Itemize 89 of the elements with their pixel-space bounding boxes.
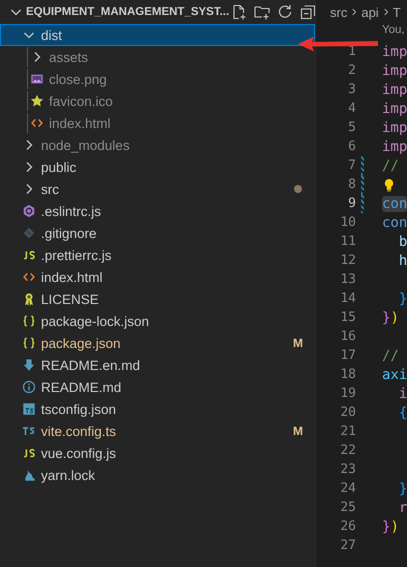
line-number: 17 [339,348,356,363]
code-line: b [398,234,407,250]
js-icon [22,446,36,460]
code-line: h [398,252,407,268]
blame-annotation[interactable]: You, [316,24,407,42]
new-folder-icon[interactable] [254,4,270,20]
code-line: } [398,480,407,496]
breadcrumb-item[interactable]: api [361,4,379,20]
refresh-icon[interactable] [277,4,294,20]
line-number: 8 [347,177,356,192]
file-item[interactable]: README.en.md [0,354,315,376]
code-line: }) [382,518,399,534]
folder-item[interactable]: public [0,156,315,178]
file-item[interactable]: vite.config.ts M [0,420,315,442]
line-number: 18 [339,367,356,382]
code-line: } [398,290,407,306]
code-line: imp [382,44,407,60]
code-line: i [398,386,407,402]
line-number: 23 [339,462,356,477]
line-number: 27 [339,538,356,553]
line-number: 12 [339,253,356,268]
line-number: 22 [339,443,356,458]
line-number: 9 [347,196,356,211]
line-number: 7 [347,158,356,173]
breadcrumb-item[interactable]: src [330,4,348,20]
code-line: r [398,500,407,516]
line-number: 10 [339,215,356,230]
hexagon-icon [22,204,36,218]
file-item[interactable]: package.json M [0,332,315,354]
folder-item[interactable]: src [0,178,315,200]
line-number: 13 [339,272,356,287]
code-line: con [382,214,407,230]
line-number: 3 [347,82,356,97]
file-item[interactable]: .gitignore [0,222,315,244]
curly-braces-icon [22,314,36,328]
collapse-all-icon[interactable] [300,4,316,20]
folder-item[interactable]: node_modules [0,134,315,156]
section-title[interactable]: EQUIPMENT_MANAGEMENT_SYST... [26,6,230,18]
code-line: // [382,348,399,364]
code-line: // [382,158,399,174]
line-number: 20 [339,405,356,420]
status-letter: M [293,424,303,438]
line-number: 24 [339,481,356,496]
line-number: 15 [339,310,356,325]
status-letter: M [293,336,303,350]
breadcrumb-item[interactable]: T [392,4,401,20]
code-brackets-icon [30,116,44,130]
code-line: imp [382,120,407,136]
code-line: imp [382,100,407,116]
ts-icon [22,424,36,438]
line-number: 19 [339,386,356,401]
js-icon [22,248,36,262]
diamond-icon [22,226,36,240]
code-line: }) [382,310,399,326]
new-file-icon[interactable] [231,4,248,20]
line-number: 2 [347,63,356,78]
file-item[interactable]: .eslintrc.js [0,200,315,222]
line-number: 5 [347,120,356,135]
info-icon [22,380,36,394]
file-item[interactable]: index.html [0,266,315,288]
ts-box-icon [22,402,36,416]
folder-item[interactable]: dist [0,24,315,46]
lightbulb-icon[interactable] [382,176,396,192]
star-icon [30,94,44,108]
file-item[interactable]: vue.config.js [0,442,315,464]
line-number: 16 [339,329,356,344]
file-item[interactable]: yarn.lock [0,464,315,486]
file-item[interactable]: .prettierrc.js [0,244,315,266]
ribbon-icon [22,292,36,306]
line-number: 25 [339,500,356,515]
image-icon [30,72,44,86]
code-line: imp [382,82,407,98]
file-item[interactable]: README.md [0,376,315,398]
code-line: imp [382,62,407,78]
code-line: imp [382,138,407,154]
file-item[interactable]: tsconfig.json [0,398,315,420]
line-number: 11 [339,234,356,249]
line-number: 4 [347,101,356,116]
line-number: 14 [339,291,356,306]
line-number: 21 [339,424,356,439]
code-line: axi [382,366,407,382]
curly-braces-icon [22,336,36,350]
line-number: 6 [347,139,356,154]
down-arrow-icon [22,358,36,372]
code-line: { [398,404,407,420]
code-brackets-icon [22,270,36,284]
file-item[interactable]: LICENSE [0,288,315,310]
file-item[interactable]: package-lock.json [0,310,315,332]
line-number: 26 [339,519,356,534]
